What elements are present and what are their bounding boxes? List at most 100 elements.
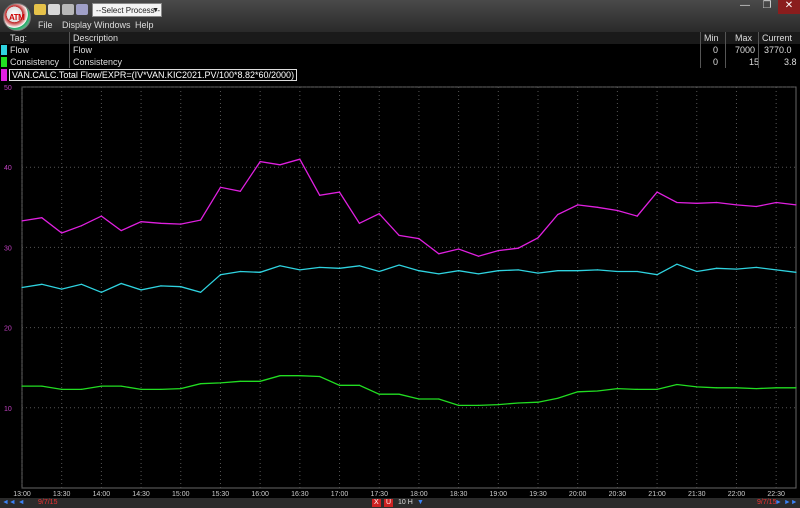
data-point — [378, 393, 380, 395]
data-point — [299, 375, 301, 377]
x-tick-label: 17:30 — [370, 491, 388, 498]
data-point — [140, 221, 142, 223]
data-point — [656, 274, 658, 276]
open-folder-icon[interactable] — [34, 4, 46, 15]
data-point — [716, 201, 718, 204]
x-tick-label: 15:00 — [172, 491, 190, 498]
data-point — [596, 206, 599, 208]
data-point — [577, 391, 579, 393]
close-button[interactable]: ✕ — [778, 0, 800, 14]
data-point — [319, 375, 321, 378]
menu-windows[interactable]: Windows — [94, 20, 131, 30]
data-point — [517, 402, 519, 404]
data-point — [398, 264, 400, 266]
data-point — [438, 398, 440, 400]
minimize-button[interactable]: — — [734, 0, 756, 14]
data-point — [636, 270, 638, 273]
data-point — [656, 191, 658, 193]
data-point — [21, 385, 23, 387]
data-point — [656, 388, 658, 390]
y-tick-label: 10 — [4, 406, 12, 413]
print-icon[interactable] — [62, 4, 74, 15]
data-point — [458, 270, 460, 272]
data-point — [755, 387, 757, 390]
data-point — [418, 398, 420, 400]
data-point — [239, 190, 241, 192]
data-point — [219, 186, 222, 188]
data-point — [120, 282, 122, 285]
x-tick-label: 14:00 — [93, 491, 111, 498]
data-point — [21, 286, 23, 289]
data-point — [795, 271, 797, 273]
expression-row[interactable]: VAN.CALC.Total Flow/EXPR=(IV*VAN.KIC2021… — [0, 68, 800, 82]
header-current: Current — [762, 33, 793, 43]
data-point — [636, 388, 638, 390]
menu-display[interactable]: Display — [62, 20, 92, 30]
data-point — [557, 397, 559, 399]
data-point — [299, 158, 301, 160]
end-date[interactable]: 9/7/15 — [757, 499, 776, 507]
data-point — [279, 375, 281, 377]
data-point — [616, 209, 618, 212]
data-point — [21, 220, 23, 222]
data-point — [696, 270, 698, 273]
data-point — [279, 265, 281, 267]
data-point — [338, 191, 341, 193]
min-consistency: 0 — [713, 57, 719, 67]
data-point — [398, 234, 400, 236]
chevron-down-icon[interactable]: ▼ — [417, 499, 424, 507]
tag-consistency: Consistency — [10, 57, 60, 67]
y-tick-label: 30 — [4, 245, 12, 252]
header-min: Min — [704, 33, 719, 43]
data-point — [418, 237, 420, 240]
current-consistency: 3.8 — [784, 57, 797, 67]
process-select-value: --Select Process-- — [96, 6, 161, 15]
save-icon[interactable] — [48, 4, 60, 15]
menu-file[interactable]: File — [38, 20, 53, 30]
data-point — [676, 201, 678, 204]
data-point — [259, 380, 261, 382]
x-button[interactable]: X — [372, 499, 381, 507]
x-tick-label: 17:00 — [331, 491, 349, 498]
column-divider — [700, 32, 701, 68]
nav-forward-buttons[interactable]: ► ►► — [775, 499, 798, 507]
header-description: Description — [73, 33, 119, 43]
maximize-button[interactable]: ❐ — [756, 0, 778, 14]
desc-flow: Flow — [73, 45, 93, 55]
window-controls: — ❐ ✕ — [734, 0, 800, 14]
data-point — [795, 387, 797, 389]
data-point — [596, 269, 599, 271]
x-tick-label: 19:00 — [490, 491, 508, 498]
x-tick-label: 18:30 — [450, 491, 468, 498]
app-logo[interactable]: ATM — [3, 3, 31, 31]
x-tick-label: 21:00 — [648, 491, 666, 498]
u-button[interactable]: U — [384, 499, 394, 507]
data-point — [497, 250, 499, 252]
settings-icon[interactable] — [76, 4, 88, 15]
start-date[interactable]: 9/7/15 — [38, 499, 57, 507]
expression-text[interactable]: VAN.CALC.Total Flow/EXPR=(IV*VAN.KIC2021… — [9, 69, 298, 81]
data-point — [180, 387, 182, 390]
data-point — [259, 160, 261, 163]
data-point — [140, 388, 142, 390]
data-point — [338, 384, 341, 386]
data-point — [319, 266, 321, 269]
process-select[interactable]: --Select Process-- ▼ — [92, 3, 162, 17]
data-point — [735, 268, 738, 270]
x-tick-label: 22:30 — [767, 491, 785, 498]
data-point — [577, 204, 579, 206]
data-point — [517, 269, 519, 271]
nav-back-buttons[interactable]: ◄◄ ◄ — [2, 499, 25, 507]
data-point — [41, 385, 43, 387]
data-point — [755, 205, 757, 208]
x-tick-label: 22:00 — [728, 491, 746, 498]
span-select[interactable]: 10 H — [398, 499, 413, 507]
series-line-flow — [21, 263, 797, 294]
data-point — [80, 283, 83, 285]
data-point — [299, 269, 301, 271]
current-flow: 3770.0 — [764, 45, 792, 55]
trend-chart[interactable]: 10 20 30 40 50 13:00 13:30 14:00 14:30 15:00 15:30… — [0, 82, 800, 498]
menu-help[interactable]: Help — [135, 20, 154, 30]
max-flow: 7000 — [735, 45, 756, 55]
data-point — [100, 215, 102, 217]
